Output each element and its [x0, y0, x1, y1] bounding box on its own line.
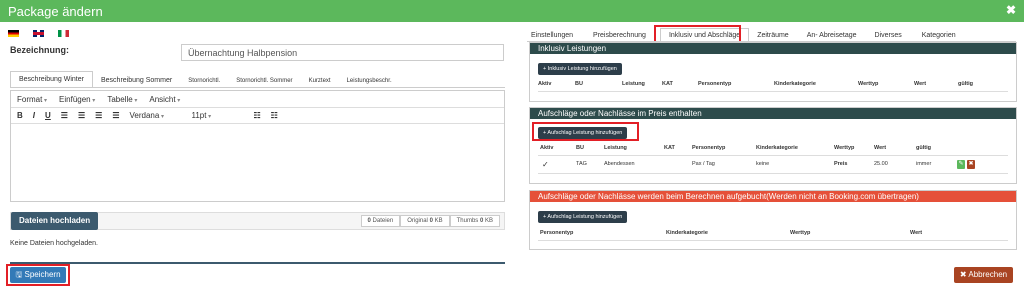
bold-icon[interactable]: B — [17, 111, 23, 120]
inklusiv-panel: Inklusiv Leistungen + Inklusiv Leistung … — [529, 42, 1017, 102]
close-icon: ✖ — [959, 270, 967, 279]
align-left-icon[interactable]: ☰ — [61, 111, 68, 120]
thumbs-size-stat: Thumbs 0 KB — [449, 215, 500, 227]
upload-files-button[interactable]: Dateien hochladen — [11, 212, 99, 230]
underline-icon[interactable]: U — [45, 111, 51, 120]
aufschlaege-enthalten-title: Aufschläge oder Nachlässe im Preis entha… — [530, 108, 1016, 119]
highlight-add-aufschlag — [532, 122, 639, 141]
menu-ansicht[interactable]: Ansicht — [149, 95, 180, 104]
aufschlaege-extra-panel: Aufschläge oder Nachlässe werden beim Be… — [529, 190, 1017, 250]
close-icon[interactable]: ✖ — [1006, 3, 1016, 17]
font-size-select[interactable]: 11pt — [191, 111, 243, 120]
bezeichnung-label: Bezeichnung: — [10, 45, 70, 55]
align-justify-icon[interactable]: ☰ — [112, 111, 119, 120]
delete-icon[interactable]: ✖ — [967, 160, 975, 169]
aufschlaege-enthalten-panel: Aufschläge oder Nachlässe im Preis entha… — [529, 107, 1017, 184]
footer-divider — [10, 262, 505, 264]
aufschlaege-enthalten-divider — [538, 155, 1008, 156]
language-flags — [8, 30, 69, 37]
tab-preisberechnung[interactable]: Preisberechnung — [581, 32, 654, 39]
add-aufschlag-extra-button[interactable]: + Aufschlag Leistung hinzufügen — [538, 211, 628, 223]
menu-tabelle[interactable]: Tabelle — [107, 95, 137, 104]
cancel-button[interactable]: ✖ Abbrechen — [954, 267, 1013, 283]
aufschlaege-extra-title: Aufschläge oder Nachlässe werden beim Be… — [530, 191, 1016, 202]
inklusiv-title: Inklusiv Leistungen — [530, 43, 1016, 54]
modal-titlebar: Package ändern ✖ — [0, 0, 1024, 22]
upload-row: Dateien hochladen 0 Dateien Original 0 K… — [10, 212, 505, 230]
menu-format[interactable]: Format — [17, 95, 47, 104]
files-count-stat: 0 Dateien — [360, 215, 401, 227]
aufschlaege-extra-divider — [538, 240, 1008, 241]
editor-content-area[interactable] — [11, 124, 504, 201]
align-right-icon[interactable]: ☰ — [95, 111, 102, 120]
tab-beschreibung-winter[interactable]: Beschreibung Winter — [10, 71, 93, 88]
italic-icon[interactable]: I — [33, 111, 35, 120]
modal-title: Package ändern — [8, 4, 103, 19]
align-center-icon[interactable]: ☰ — [78, 111, 85, 120]
tabs-divider — [10, 87, 505, 88]
highlight-save — [6, 264, 70, 286]
add-inklusiv-button[interactable]: + Inklusiv Leistung hinzufügen — [538, 63, 622, 75]
inklusiv-divider — [538, 91, 1008, 92]
edit-icon[interactable]: ✎ — [957, 160, 965, 169]
original-size-stat: Original 0 KB — [400, 215, 450, 227]
tab-stornorichtl[interactable]: Stornorichtl. — [180, 74, 228, 88]
numbered-list-icon[interactable]: ☷ — [271, 111, 278, 120]
tab-an-abreisetage[interactable]: An- Abreisetage — [797, 32, 865, 39]
tab-leistungsbeschr[interactable]: Leistungsbeschr. — [339, 74, 400, 88]
bullet-list-icon[interactable]: ☷ — [253, 111, 260, 120]
tab-einstellungen[interactable]: Einstellungen — [523, 32, 581, 39]
description-tabs: Beschreibung Winter Beschreibung Sommer … — [10, 71, 400, 88]
font-family-select[interactable]: Verdana — [129, 111, 181, 120]
tab-kategorien[interactable]: Kategorien — [910, 32, 964, 39]
upload-stats: 0 Dateien Original 0 KB Thumbs 0 KB — [360, 215, 500, 227]
bezeichnung-input[interactable]: Übernachtung Halbpension — [181, 44, 504, 61]
tab-stornorichtl-sommer[interactable]: Stornorichtl. Sommer — [228, 74, 300, 88]
rich-text-editor: Format Einfügen Tabelle Ansicht B I U ☰ … — [10, 90, 505, 202]
aufschlaege-enthalten-bottom — [538, 173, 1008, 174]
flag-it-icon[interactable] — [58, 30, 69, 37]
no-files-text: Keine Dateien hochgeladen. — [10, 240, 98, 247]
check-icon: ✓ — [542, 160, 549, 169]
menu-einfuegen[interactable]: Einfügen — [59, 95, 95, 104]
tab-kurztext[interactable]: Kurztext — [301, 74, 339, 88]
flag-de-icon[interactable] — [8, 30, 19, 37]
editor-menubar: Format Einfügen Tabelle Ansicht — [11, 91, 504, 108]
flag-gb-icon[interactable] — [33, 30, 44, 37]
editor-toolbar: B I U ☰ ☰ ☰ ☰ Verdana 11pt ☷ ☷ — [11, 108, 504, 124]
tab-diverses[interactable]: Diverses — [865, 32, 910, 39]
tab-beschreibung-sommer[interactable]: Beschreibung Sommer — [93, 73, 180, 88]
tab-zeitraeume[interactable]: Zeiträume — [749, 32, 797, 39]
